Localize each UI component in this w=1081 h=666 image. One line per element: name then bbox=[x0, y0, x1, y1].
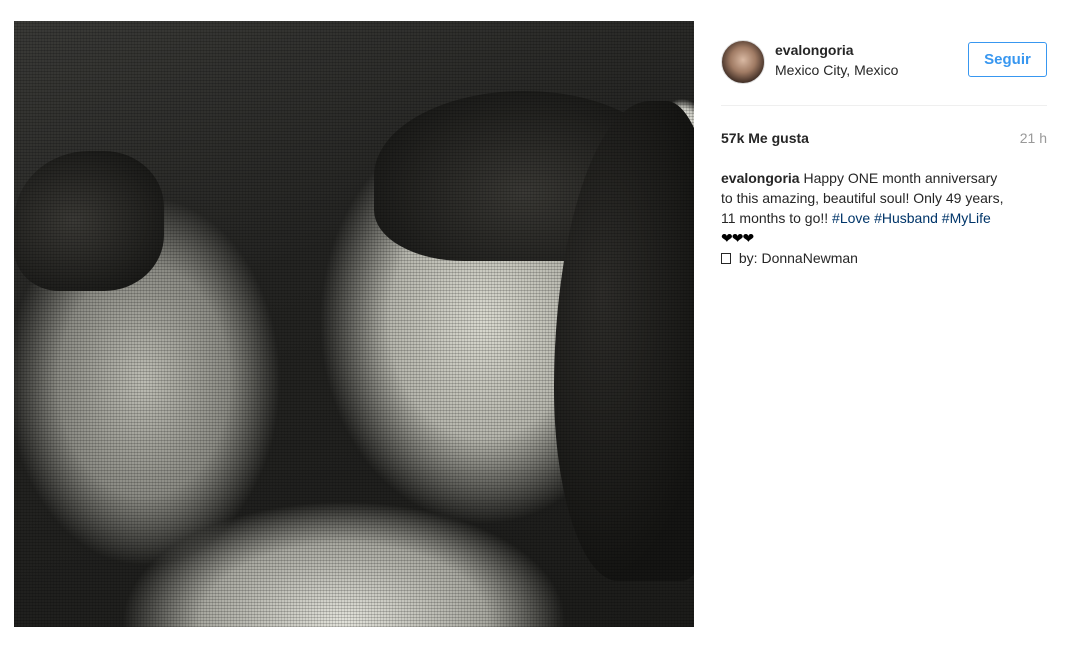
post-timestamp[interactable]: 21 h bbox=[1020, 130, 1047, 146]
post-info-panel: evalongoria Mexico City, Mexico Seguir 5… bbox=[721, 21, 1047, 268]
follow-button[interactable]: Seguir bbox=[968, 42, 1047, 77]
photo-texture bbox=[14, 21, 694, 627]
post-photo[interactable] bbox=[14, 21, 694, 627]
post-stats: 57k Me gusta 21 h bbox=[721, 130, 1047, 160]
heart-icon: ❤❤❤ bbox=[721, 230, 754, 246]
photo-credit: by: DonnaNewman bbox=[735, 250, 858, 266]
hashtag-mylife[interactable]: #MyLife bbox=[942, 210, 991, 226]
location-link[interactable]: Mexico City, Mexico bbox=[775, 62, 898, 78]
post-caption: evalongoria Happy ONE month anniversary … bbox=[721, 168, 1011, 268]
hashtag-husband[interactable]: #Husband bbox=[874, 210, 938, 226]
username-link[interactable]: evalongoria bbox=[775, 42, 854, 58]
avatar[interactable] bbox=[721, 40, 765, 84]
post-header: evalongoria Mexico City, Mexico Seguir bbox=[721, 21, 1047, 106]
caption-username[interactable]: evalongoria bbox=[721, 170, 800, 186]
hashtag-love[interactable]: #Love bbox=[832, 210, 870, 226]
likes-count[interactable]: 57k Me gusta bbox=[721, 130, 809, 146]
camera-icon bbox=[721, 253, 731, 264]
